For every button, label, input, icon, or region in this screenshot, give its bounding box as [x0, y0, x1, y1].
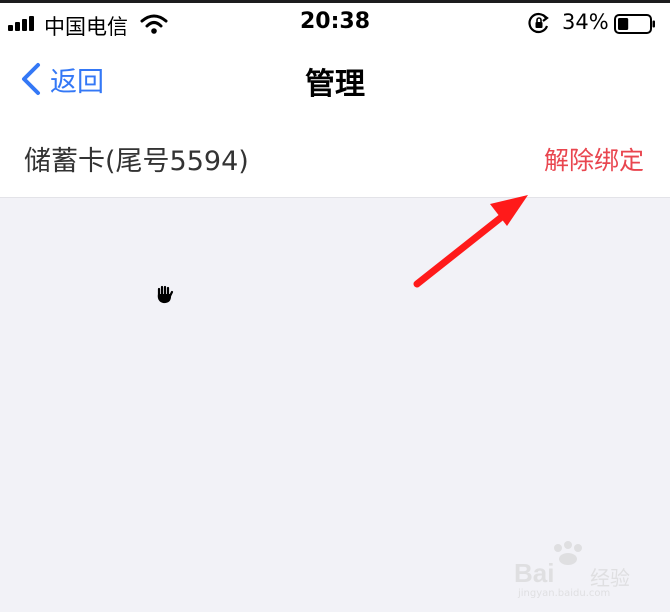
bank-card-row: 储蓄卡(尾号5594) 解除绑定 — [0, 115, 670, 198]
watermark-url: jingyan.baidu.com — [518, 588, 611, 599]
page-title: 管理 — [305, 67, 365, 102]
battery-icon — [614, 14, 655, 34]
orientation-lock-icon — [528, 12, 549, 34]
battery-percentage: 34% — [562, 10, 609, 34]
watermark-brand-cn: 经验 — [590, 566, 630, 590]
status-bar: 中国电信 20:38 34% — [0, 3, 670, 45]
unbind-card-button[interactable]: 解除绑定 — [544, 141, 644, 177]
baidu-jingyan-watermark: Bai 经验 jingyan.baidu.com — [508, 540, 638, 600]
navigation-bar: 返回 管理 — [0, 45, 670, 115]
hand-cursor-icon — [157, 285, 174, 304]
watermark-brand: Bai — [514, 558, 555, 588]
card-name-label: 储蓄卡(尾号5594) — [24, 146, 249, 177]
